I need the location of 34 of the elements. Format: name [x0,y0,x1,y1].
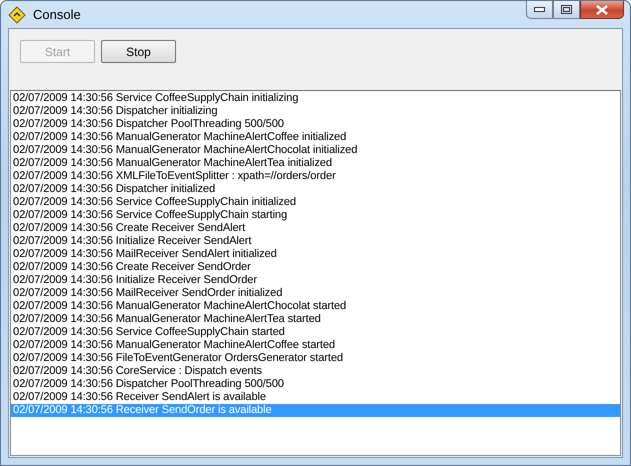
log-line[interactable]: 02/07/2009 14:30:56 Service CoffeeSupplyChain started [11,326,620,339]
log-line[interactable]: 02/07/2009 14:30:56 Service CoffeeSupplyChain starting [11,209,620,222]
minimize-button[interactable] [526,1,553,19]
maximize-icon [561,5,572,14]
log-line[interactable]: 02/07/2009 14:30:56 ManualGenerator MachineAlertTea initialized [11,157,620,170]
minimize-icon [534,7,545,12]
app-icon [8,6,26,24]
log-line[interactable]: 02/07/2009 14:30:56 Create Receiver SendAlert [11,222,620,235]
stop-button[interactable]: Stop [101,40,176,63]
log-line[interactable]: 02/07/2009 14:30:56 MailReceiver SendAlert initialized [11,248,620,261]
log-line[interactable]: 02/07/2009 14:30:56 Receiver SendAlert is available [11,391,620,404]
window-title: Console [33,7,81,22]
log-line[interactable]: 02/07/2009 14:30:56 FileToEventGenerator OrdersGenerator started [11,352,620,365]
log-line[interactable]: 02/07/2009 14:30:56 Dispatcher PoolThreading 500/500 [11,378,620,391]
log-line[interactable]: 02/07/2009 14:30:56 ManualGenerator MachineAlertCoffee initialized [11,131,620,144]
log-line[interactable]: 02/07/2009 14:30:56 Initialize Receiver SendOrder [11,274,620,287]
log-line[interactable]: 02/07/2009 14:30:56 Service CoffeeSupplyChain initializing [11,92,620,105]
log-list[interactable] [10,90,621,456]
log-line[interactable]: 02/07/2009 14:30:56 Dispatcher PoolThreading 500/500 [11,118,620,131]
log-line[interactable]: 02/07/2009 14:30:56 ManualGenerator MachineAlertTea started [11,313,620,326]
maximize-button[interactable] [553,1,580,19]
log-line[interactable]: 02/07/2009 14:30:56 Create Receiver SendOrder [11,261,620,274]
close-button[interactable] [580,1,624,19]
log-line[interactable]: 02/07/2009 14:30:56 Dispatcher initializing [11,105,620,118]
log-line[interactable]: 02/07/2009 14:30:56 ManualGenerator MachineAlertChocolat initialized [11,144,620,157]
log-line[interactable]: 02/07/2009 14:30:56 XMLFileToEventSplitter : xpath=//orders/order [11,170,620,183]
log-line[interactable]: 02/07/2009 14:30:56 Service CoffeeSupplyChain initialized [11,196,620,209]
close-icon [596,4,608,14]
log-line[interactable]: 02/07/2009 14:30:56 ManualGenerator MachineAlertChocolat started [11,300,620,313]
log-line[interactable]: 02/07/2009 14:30:56 MailReceiver SendOrder initialized [11,287,620,300]
log-line[interactable]: 02/07/2009 14:30:56 ManualGenerator MachineAlertCoffee started [11,339,620,352]
log-line[interactable]: 02/07/2009 14:30:56 Initialize Receiver SendAlert [11,235,620,248]
log-line[interactable]: 02/07/2009 14:30:56 CoreService : Dispatch events [11,365,620,378]
log-line[interactable]: 02/07/2009 14:30:56 Dispatcher initialized [11,183,620,196]
